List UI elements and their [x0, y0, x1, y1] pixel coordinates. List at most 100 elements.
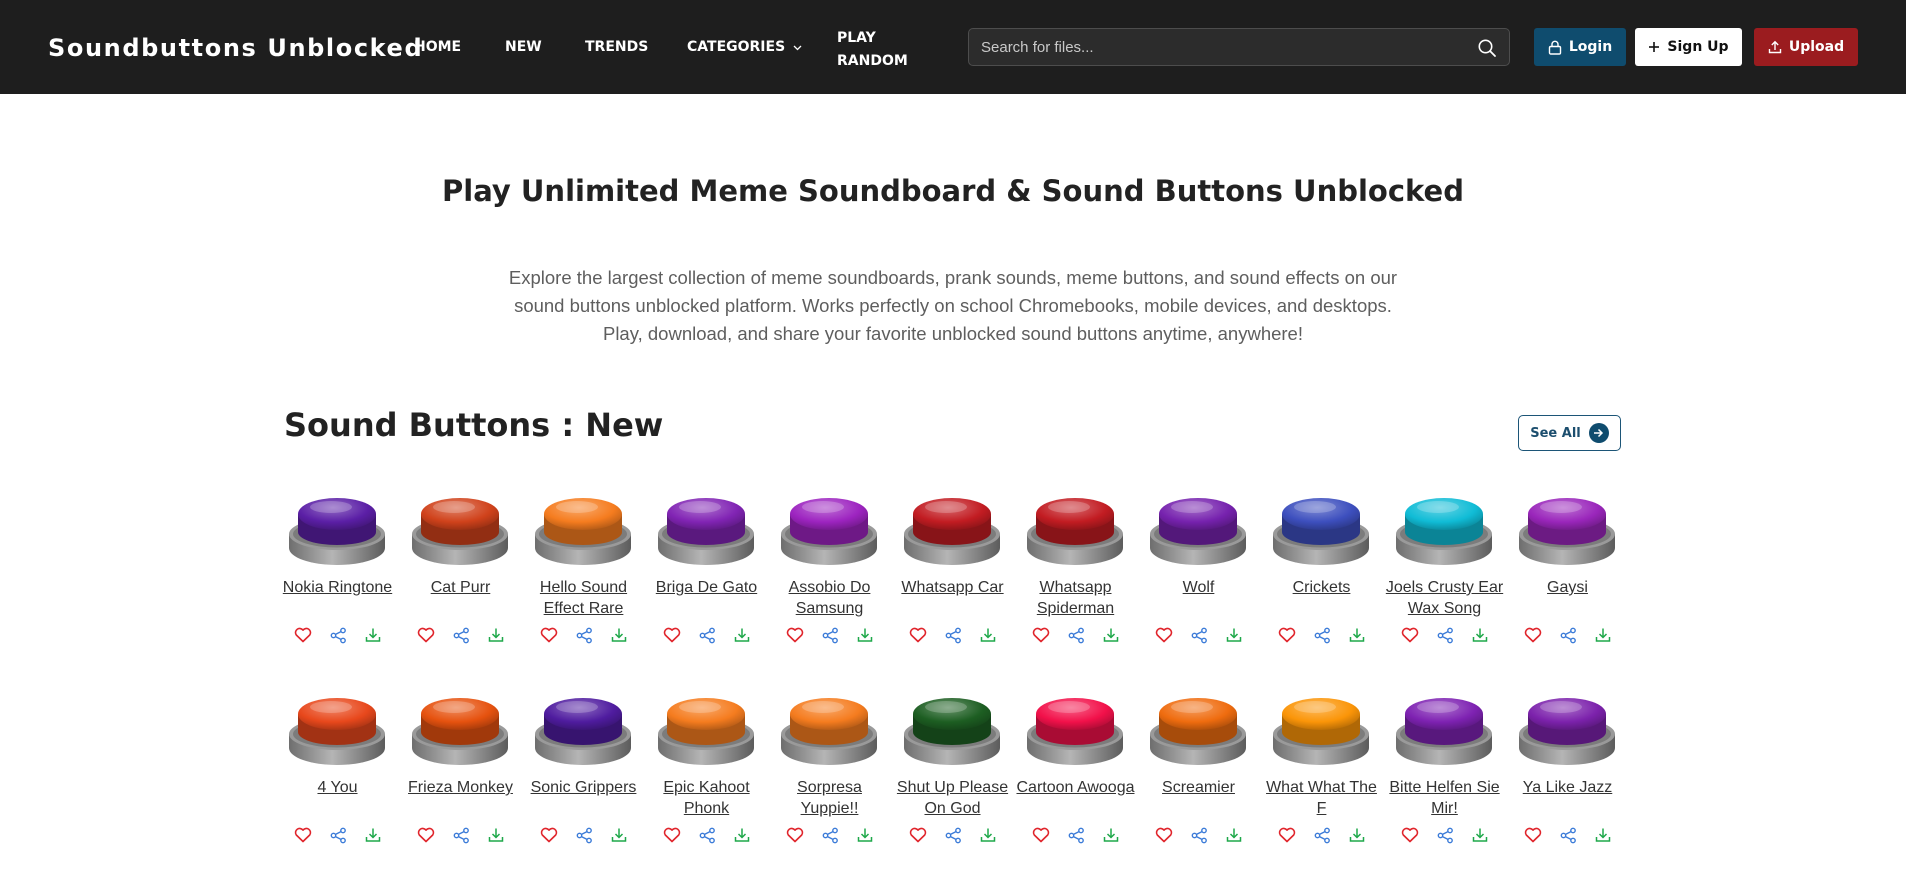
heart-icon[interactable] — [1277, 825, 1297, 845]
sound-title-link[interactable]: Epic Kahoot Phonk — [645, 777, 768, 819]
heart-icon[interactable] — [1154, 825, 1174, 845]
heart-icon[interactable] — [662, 625, 682, 645]
sound-play-button[interactable] — [1517, 690, 1617, 770]
download-icon[interactable] — [1593, 625, 1613, 645]
heart-icon[interactable] — [1400, 625, 1420, 645]
heart-icon[interactable] — [662, 825, 682, 845]
sound-play-button[interactable] — [902, 490, 1002, 570]
nav-home[interactable]: HOME — [414, 39, 461, 55]
heart-icon[interactable] — [785, 625, 805, 645]
sound-play-button[interactable] — [1271, 490, 1371, 570]
share-icon[interactable] — [1312, 825, 1332, 845]
sign-up-button[interactable]: Sign Up — [1635, 28, 1742, 66]
share-icon[interactable] — [943, 825, 963, 845]
heart-icon[interactable] — [539, 825, 559, 845]
sound-play-button[interactable] — [1148, 490, 1248, 570]
sound-play-button[interactable] — [287, 690, 387, 770]
download-icon[interactable] — [486, 625, 506, 645]
download-icon[interactable] — [1101, 625, 1121, 645]
heart-icon[interactable] — [293, 625, 313, 645]
sound-play-button[interactable] — [1394, 490, 1494, 570]
download-icon[interactable] — [363, 825, 383, 845]
download-icon[interactable] — [1470, 825, 1490, 845]
sound-play-button[interactable] — [902, 690, 1002, 770]
download-icon[interactable] — [732, 825, 752, 845]
download-icon[interactable] — [978, 625, 998, 645]
download-icon[interactable] — [609, 825, 629, 845]
search-icon[interactable] — [1477, 38, 1497, 58]
share-icon[interactable] — [1558, 625, 1578, 645]
nav-new[interactable]: NEW — [505, 39, 542, 55]
sound-play-button[interactable] — [1025, 690, 1125, 770]
nav-play-random[interactable]: PLAY RANDOM — [837, 27, 917, 73]
download-icon[interactable] — [363, 625, 383, 645]
heart-icon[interactable] — [293, 825, 313, 845]
site-logo[interactable]: Soundbuttons Unblocked — [48, 34, 423, 62]
sound-title-link[interactable]: Crickets — [1260, 577, 1383, 598]
download-icon[interactable] — [1470, 625, 1490, 645]
share-icon[interactable] — [697, 625, 717, 645]
nav-categories-dropdown[interactable]: CATEGORIES — [687, 39, 802, 55]
heart-icon[interactable] — [908, 825, 928, 845]
sound-title-link[interactable]: What What The F — [1260, 777, 1383, 819]
login-button[interactable]: Login — [1534, 28, 1626, 66]
sound-title-link[interactable]: Whatsapp Car — [891, 577, 1014, 598]
share-icon[interactable] — [1066, 825, 1086, 845]
download-icon[interactable] — [855, 825, 875, 845]
download-icon[interactable] — [1347, 825, 1367, 845]
sound-title-link[interactable]: Frieza Monkey — [399, 777, 522, 798]
download-icon[interactable] — [609, 625, 629, 645]
heart-icon[interactable] — [1154, 625, 1174, 645]
sound-title-link[interactable]: Ya Like Jazz — [1506, 777, 1629, 798]
heart-icon[interactable] — [539, 625, 559, 645]
sound-title-link[interactable]: Assobio Do Samsung — [768, 577, 891, 619]
download-icon[interactable] — [1224, 825, 1244, 845]
sound-title-link[interactable]: 4 You — [276, 777, 399, 798]
download-icon[interactable] — [1347, 625, 1367, 645]
share-icon[interactable] — [328, 825, 348, 845]
heart-icon[interactable] — [1277, 625, 1297, 645]
share-icon[interactable] — [1312, 625, 1332, 645]
share-icon[interactable] — [328, 625, 348, 645]
sound-play-button[interactable] — [410, 490, 510, 570]
sound-play-button[interactable] — [1025, 490, 1125, 570]
sound-title-link[interactable]: Joels Crusty Ear Wax Song — [1383, 577, 1506, 619]
sound-play-button[interactable] — [410, 690, 510, 770]
share-icon[interactable] — [820, 625, 840, 645]
upload-button[interactable]: Upload — [1754, 28, 1858, 66]
sound-title-link[interactable]: Whatsapp Spiderman — [1014, 577, 1137, 619]
share-icon[interactable] — [820, 825, 840, 845]
sound-play-button[interactable] — [779, 690, 879, 770]
share-icon[interactable] — [1189, 825, 1209, 845]
sound-title-link[interactable]: Shut Up Please On God — [891, 777, 1014, 819]
heart-icon[interactable] — [416, 825, 436, 845]
nav-trends[interactable]: TRENDS — [585, 39, 648, 55]
share-icon[interactable] — [574, 825, 594, 845]
share-icon[interactable] — [943, 625, 963, 645]
sound-title-link[interactable]: Cartoon Awooga — [1014, 777, 1137, 798]
search-input[interactable] — [981, 29, 1461, 65]
sound-title-link[interactable]: Cat Purr — [399, 577, 522, 598]
download-icon[interactable] — [978, 825, 998, 845]
sound-play-button[interactable] — [533, 690, 633, 770]
share-icon[interactable] — [1558, 825, 1578, 845]
share-icon[interactable] — [1189, 625, 1209, 645]
download-icon[interactable] — [732, 625, 752, 645]
share-icon[interactable] — [574, 625, 594, 645]
sound-title-link[interactable]: Screamier — [1137, 777, 1260, 798]
share-icon[interactable] — [1435, 625, 1455, 645]
heart-icon[interactable] — [908, 625, 928, 645]
download-icon[interactable] — [1224, 625, 1244, 645]
sound-play-button[interactable] — [1394, 690, 1494, 770]
sound-play-button[interactable] — [1148, 690, 1248, 770]
heart-icon[interactable] — [1400, 825, 1420, 845]
download-icon[interactable] — [855, 625, 875, 645]
share-icon[interactable] — [697, 825, 717, 845]
share-icon[interactable] — [451, 625, 471, 645]
sound-title-link[interactable]: Hello Sound Effect Rare — [522, 577, 645, 619]
download-icon[interactable] — [1101, 825, 1121, 845]
sound-title-link[interactable]: Wolf — [1137, 577, 1260, 598]
download-icon[interactable] — [1593, 825, 1613, 845]
download-icon[interactable] — [486, 825, 506, 845]
heart-icon[interactable] — [1523, 625, 1543, 645]
